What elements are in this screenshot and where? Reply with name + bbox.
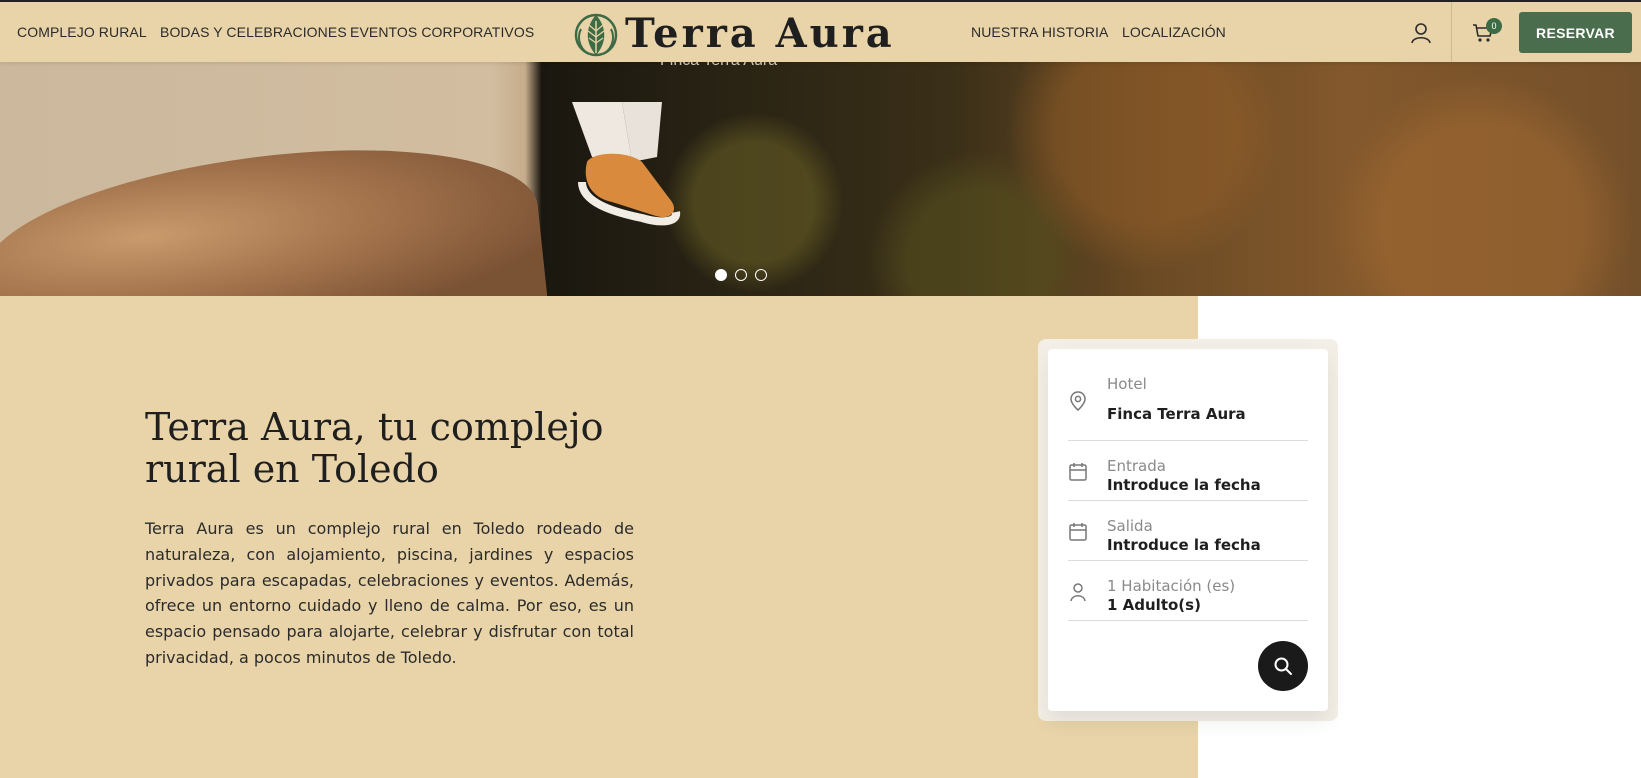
- logo-text: Terra Aura: [625, 9, 895, 57]
- nav-complejo-rural[interactable]: COMPLEJO RURAL: [17, 24, 147, 40]
- user-account-button[interactable]: [1410, 22, 1432, 48]
- checkout-label: Salida: [1107, 517, 1153, 535]
- nav-nuestra-historia[interactable]: NUESTRA HISTORIA: [971, 24, 1108, 40]
- nav-localizacion[interactable]: LOCALIZACIÓN: [1122, 24, 1226, 40]
- slider-dot-3[interactable]: [755, 269, 767, 281]
- calendar-icon: [1069, 463, 1087, 481]
- reservar-button[interactable]: RESERVAR: [1519, 12, 1632, 53]
- hero-rock-shape: [0, 128, 548, 296]
- nav-eventos-corporativos[interactable]: EVENTOS CORPORATIVOS: [350, 24, 534, 40]
- checkin-field[interactable]: Entrada Introduce la fecha: [1068, 456, 1308, 501]
- slider-dot-1[interactable]: [715, 269, 727, 281]
- nav-bodas-celebraciones[interactable]: BODAS Y CELEBRACIONES: [160, 24, 347, 40]
- intro-description: Terra Aura es un complejo rural en Toled…: [145, 519, 634, 667]
- checkin-label: Entrada: [1107, 457, 1166, 475]
- checkout-field[interactable]: Salida Introduce la fecha: [1068, 516, 1308, 561]
- site-header: COMPLEJO RURAL BODAS Y CELEBRACIONES EVE…: [0, 0, 1641, 62]
- slider-pagination: [715, 269, 767, 281]
- slider-dot-2[interactable]: [735, 269, 747, 281]
- leaf-logo-icon: [574, 13, 618, 57]
- search-icon: [1274, 657, 1292, 675]
- header-divider: [1451, 2, 1452, 62]
- site-logo[interactable]: Terra Aura: [573, 5, 895, 61]
- person-icon: [1070, 583, 1086, 602]
- hotel-field[interactable]: Hotel Finca Terra Aura: [1068, 370, 1308, 441]
- hero-caption: Finca Terra Aura: [660, 62, 777, 70]
- guests-field[interactable]: 1 Habitación (es) 1 Adulto(s): [1068, 576, 1308, 621]
- cart-count-badge: 0: [1486, 18, 1502, 34]
- location-pin-icon: [1070, 391, 1086, 411]
- hotel-label: Hotel: [1107, 375, 1147, 393]
- hero-slider: Finca Terra Aura: [0, 62, 1641, 296]
- rooms-label: 1 Habitación (es): [1107, 577, 1236, 595]
- user-icon: [1411, 23, 1431, 44]
- hotel-value: Finca Terra Aura: [1107, 405, 1246, 423]
- intro-title: Terra Aura, tu complejo rural en Toledo: [145, 405, 604, 491]
- guests-value: 1 Adulto(s): [1107, 596, 1201, 614]
- calendar-icon: [1069, 523, 1087, 541]
- checkout-value: Introduce la fecha: [1107, 536, 1261, 554]
- checkin-value: Introduce la fecha: [1107, 476, 1261, 494]
- search-availability-button[interactable]: [1258, 641, 1308, 691]
- hero-foliage: [530, 62, 1641, 296]
- hero-shoe-image: [572, 102, 681, 226]
